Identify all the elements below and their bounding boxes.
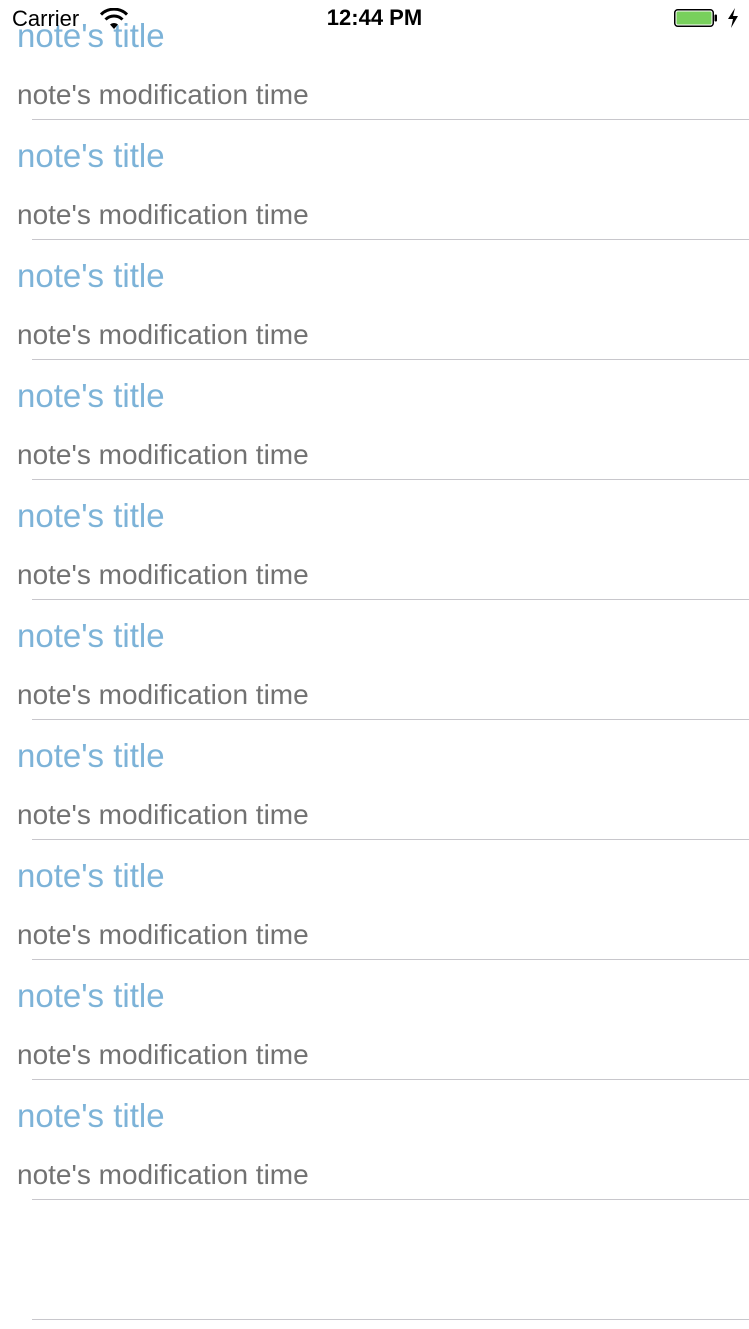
note-modification-time: note's modification time — [17, 439, 309, 470]
note-title: note's title — [17, 617, 165, 654]
status-bar: Carrier 12:44 PM — [0, 0, 749, 40]
note-modification-time: note's modification time — [17, 559, 309, 590]
note-title: note's title — [17, 737, 165, 774]
note-modification-time: note's modification time — [17, 1039, 309, 1070]
notes-list: note's title note's modification time note… — [0, 0, 749, 1320]
note-modification-time: note's modification time — [17, 919, 309, 950]
note-title: note's title — [17, 977, 165, 1014]
note-row[interactable]: note's title note's modification time — [0, 720, 749, 840]
note-modification-time: note's modification time — [17, 1159, 309, 1190]
charging-bolt-icon — [728, 8, 738, 28]
note-modification-time: note's modification time — [17, 799, 309, 830]
row-separator — [32, 1319, 749, 1320]
note-row[interactable]: note's title note's modification time — [0, 120, 749, 240]
note-modification-time: note's modification time — [17, 79, 309, 110]
note-row[interactable]: note's title note's modification time — [0, 840, 749, 960]
note-row[interactable]: note's title note's modification time — [0, 240, 749, 360]
note-modification-time: note's modification time — [17, 199, 309, 230]
note-row[interactable]: note's title note's modification time — [0, 480, 749, 600]
note-title: note's title — [17, 137, 165, 174]
clock: 12:44 PM — [326, 5, 423, 30]
note-row[interactable]: note's title note's modification time — [0, 1080, 749, 1200]
note-title: note's title — [17, 257, 165, 294]
note-title: note's title — [17, 857, 165, 894]
note-row[interactable]: note's title note's modification time — [0, 600, 749, 720]
empty-row — [0, 1200, 749, 1320]
note-title: note's title — [17, 377, 165, 414]
note-row[interactable]: note's title note's modification time — [0, 960, 749, 1080]
note-row[interactable]: note's title note's modification time — [0, 360, 749, 480]
note-title: note's title — [17, 1097, 165, 1134]
note-modification-time: note's modification time — [17, 679, 309, 710]
note-modification-time: note's modification time — [17, 319, 309, 350]
note-title: note's title — [17, 497, 165, 534]
battery-icon — [674, 9, 717, 27]
